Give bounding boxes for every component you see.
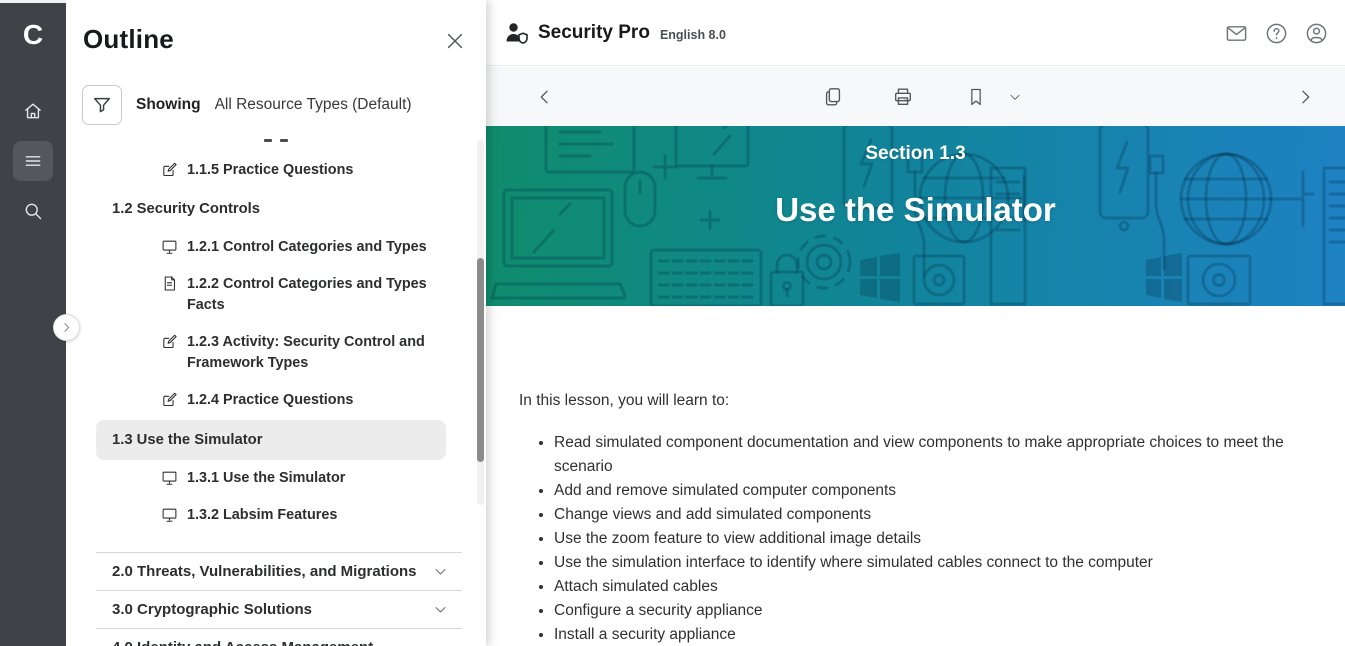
objective-item: Add and remove simulated computer compon… — [554, 479, 1298, 503]
copy-button[interactable] — [816, 81, 850, 113]
outline-section-1-3-selected[interactable]: 1.3 Use the Simulator — [96, 420, 446, 460]
person-shield-icon — [504, 20, 530, 46]
chevron-down-icon — [433, 602, 448, 617]
objective-item: Install a security appliance — [554, 623, 1298, 646]
monitor-icon — [161, 238, 178, 255]
help-icon — [1265, 22, 1288, 45]
course-brand: Security Pro English 8.0 — [504, 20, 726, 46]
outline-item-1-1-5[interactable]: 1.1.5 Practice Questions — [161, 160, 353, 181]
next-button[interactable] — [1288, 81, 1322, 113]
outline-chapter-4-0[interactable]: 4.0 Identity and Access Management — [96, 628, 462, 646]
panel-expand-button[interactable] — [53, 314, 80, 341]
section-label: Section 1.3 — [486, 143, 1345, 165]
lesson-toolbar — [486, 67, 1345, 126]
outline-menu-button[interactable] — [13, 141, 53, 181]
back-icon — [535, 87, 555, 107]
banner-text: Section 1.3 Use the Simulator — [486, 126, 1345, 306]
app-window: C Outline — [0, 0, 1345, 646]
header-actions — [1216, 0, 1336, 66]
account-icon — [1305, 22, 1328, 45]
outline-item-1-3-1[interactable]: 1.3.1 Use the Simulator — [161, 468, 345, 489]
outline-item-1-2-2[interactable]: 1.2.2 Control Categories and Types Facts — [161, 274, 467, 316]
objective-item: Change views and add simulated component… — [554, 503, 1298, 527]
previous-button[interactable] — [528, 81, 562, 113]
outline-chapter-3-0[interactable]: 3.0 Cryptographic Solutions — [96, 590, 462, 628]
app-logo: C — [0, 3, 66, 67]
monitor-icon — [161, 469, 178, 486]
lesson-intro: In this lesson, you will learn to: — [519, 391, 1345, 411]
chevron-down-icon — [1008, 90, 1022, 104]
edit-icon — [161, 161, 178, 178]
objective-item: Attach simulated cables — [554, 575, 1298, 599]
outline-scrollbar[interactable] — [477, 140, 484, 505]
search-button[interactable] — [13, 191, 53, 231]
objective-item: Use the simulation interface to identify… — [554, 551, 1298, 575]
outline-item-1-2-1[interactable]: 1.2.1 Control Categories and Types — [161, 237, 427, 258]
home-icon — [23, 101, 43, 121]
course-edition: English 8.0 — [660, 28, 726, 42]
lesson-body: In this lesson, you will learn to: Read … — [486, 306, 1345, 646]
bookmark-icon — [966, 87, 986, 107]
content-header: Security Pro English 8.0 — [486, 0, 1345, 66]
outline-scrollbar-thumb[interactable] — [477, 258, 484, 462]
search-icon — [23, 201, 43, 221]
outline-panel: Outline Showing All Resource Types (Defa… — [66, 0, 486, 646]
print-button[interactable] — [886, 81, 920, 113]
clipped-item-fragment — [264, 139, 304, 145]
edit-icon — [161, 391, 178, 408]
bookmark-button[interactable] — [959, 81, 993, 113]
print-icon — [892, 86, 914, 108]
copy-icon — [822, 86, 844, 108]
outline-item-1-3-2[interactable]: 1.3.2 Labsim Features — [161, 505, 337, 526]
outline-item-1-2-3[interactable]: 1.2.3 Activity: Security Control and Fra… — [161, 332, 467, 374]
forward-icon — [1295, 87, 1315, 107]
bookmark-menu-button[interactable] — [998, 81, 1032, 113]
objective-item: Configure a security appliance — [554, 599, 1298, 623]
lesson-title: Use the Simulator — [486, 191, 1345, 229]
chevron-down-icon — [433, 564, 448, 579]
edit-icon — [161, 333, 178, 350]
course-title: Security Pro — [538, 22, 650, 44]
chevron-right-icon — [60, 321, 73, 334]
content-pane: Security Pro English 8.0 — [486, 0, 1345, 646]
home-button[interactable] — [13, 91, 53, 131]
menu-icon — [23, 151, 43, 171]
objective-item: Use the zoom feature to view additional … — [554, 527, 1298, 551]
section-banner: Section 1.3 Use the Simulator — [486, 126, 1345, 306]
mail-button[interactable] — [1216, 13, 1256, 53]
outline-tree: 1.1.5 Practice Questions 1.2 Security Co… — [66, 0, 486, 646]
help-button[interactable] — [1256, 13, 1296, 53]
outline-section-1-2[interactable]: 1.2 Security Controls — [112, 199, 260, 220]
objectives-list: Read simulated component documentation a… — [538, 431, 1298, 646]
outline-item-1-2-4[interactable]: 1.2.4 Practice Questions — [161, 390, 353, 411]
outline-chapter-2-0[interactable]: 2.0 Threats, Vulnerabilities, and Migrat… — [96, 552, 462, 590]
mail-icon — [1225, 22, 1248, 45]
account-button[interactable] — [1296, 13, 1336, 53]
monitor-icon — [161, 506, 178, 523]
document-icon — [161, 275, 178, 292]
objective-item: Read simulated component documentation a… — [554, 431, 1298, 479]
